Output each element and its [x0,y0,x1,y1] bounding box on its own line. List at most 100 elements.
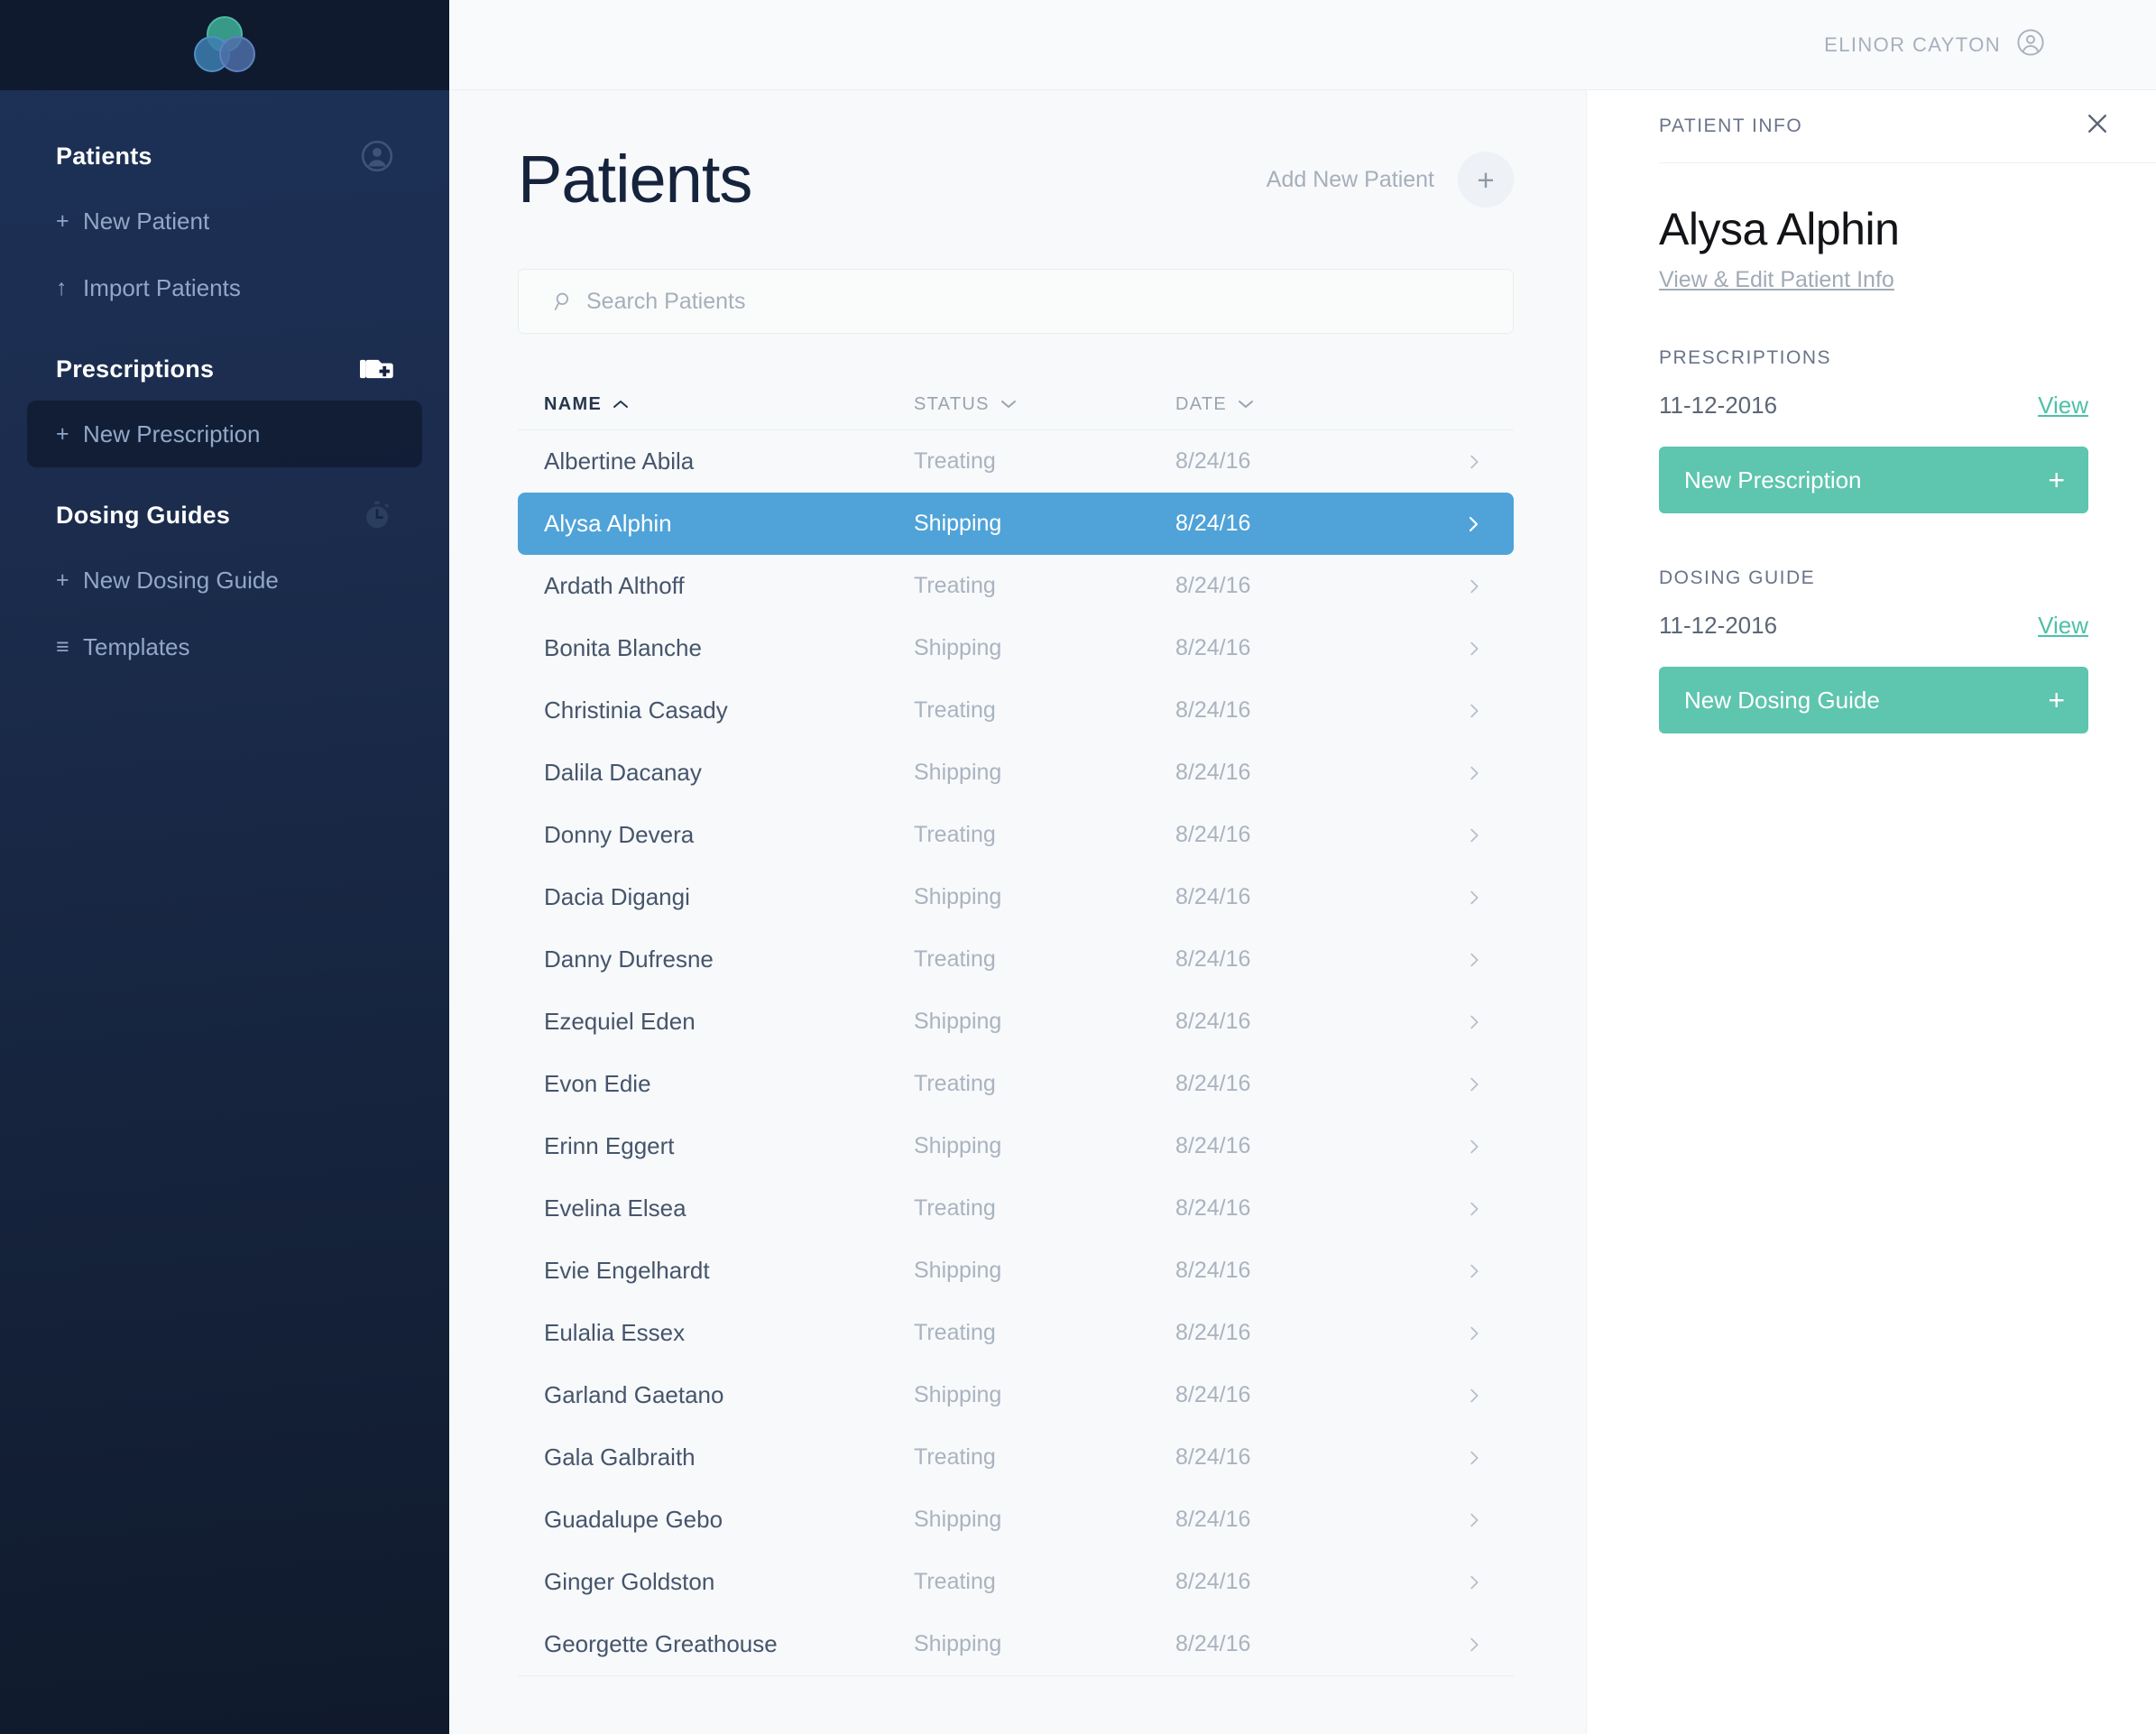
table-row[interactable]: Bonita Blanche Shipping 8/24/16 [518,617,1514,679]
app-root: Patients + New Patient ↑ Import Patients… [0,0,2156,1734]
chevron-right-icon[interactable] [1410,1324,1488,1343]
sidebar-item-import-patients[interactable]: ↑ Import Patients [27,254,422,321]
cell-date: 8/24/16 [1175,1382,1251,1407]
chevron-right-icon[interactable] [1410,825,1488,845]
table-row[interactable]: Ginger Goldston Treating 8/24/16 [518,1551,1514,1613]
view-dosing-guide-link[interactable]: View [2038,612,2088,640]
table-row[interactable]: Dacia Digangi Shipping 8/24/16 [518,866,1514,928]
search-input[interactable] [586,288,1398,315]
sidebar: Patients + New Patient ↑ Import Patients… [0,0,449,1734]
sidebar-item-label: New Prescription [83,420,261,447]
cell-name: Albertine Abila [544,447,695,475]
cell-name: Dacia Digangi [544,883,690,910]
chevron-right-icon[interactable] [1410,513,1488,535]
cell-date: 8/24/16 [1175,448,1251,474]
cell-status: Treating [914,1569,996,1594]
sort-desc-icon [1237,394,1255,415]
table-row[interactable]: Gala Galbraith Treating 8/24/16 [518,1426,1514,1489]
chevron-right-icon[interactable] [1410,1261,1488,1281]
chevron-right-icon[interactable] [1410,639,1488,659]
chevron-right-icon[interactable] [1410,763,1488,783]
chevron-right-icon[interactable] [1410,888,1488,908]
chevron-right-icon[interactable] [1410,1075,1488,1094]
table-row[interactable]: Evie Engelhardt Shipping 8/24/16 [518,1240,1514,1302]
cell-name: Erinn Eggert [544,1132,675,1159]
sidebar-item-new-dosing-guide[interactable]: + New Dosing Guide [27,547,422,613]
view-prescription-link[interactable]: View [2038,392,2088,420]
chevron-right-icon[interactable] [1410,950,1488,970]
cell-name: Ginger Goldston [544,1568,715,1595]
cell-status: Treating [914,1071,996,1096]
table-row[interactable]: Garland Gaetano Shipping 8/24/16 [518,1364,1514,1426]
user-menu[interactable]: ELINOR CAYTON [1824,28,2045,61]
sidebar-group-header-patients[interactable]: Patients [0,130,449,182]
user-circle-icon [2016,28,2045,61]
three-circles-logo[interactable] [191,15,258,75]
plus-icon: + [56,420,69,447]
chevron-right-icon[interactable] [1410,701,1488,721]
cell-status: Treating [914,822,996,847]
table-row[interactable]: Danny Dufresne Treating 8/24/16 [518,928,1514,991]
table-row[interactable]: Evon Edie Treating 8/24/16 [518,1053,1514,1115]
panel-body: Alysa Alphin View & Edit Patient Info PR… [1587,163,2156,733]
sidebar-item-new-prescription[interactable]: + New Prescription [27,401,422,467]
chevron-right-icon[interactable] [1410,1386,1488,1406]
panel-header: PATIENT INFO [1587,90,2156,162]
column-header-status[interactable]: STATUS [914,394,1175,415]
cell-name: Guadalupe Gebo [544,1506,723,1533]
table-row[interactable]: Evelina Elsea Treating 8/24/16 [518,1177,1514,1240]
table-row[interactable]: Georgette Greathouse Shipping 8/24/16 [518,1613,1514,1675]
cell-status: Shipping [914,1507,1002,1532]
chevron-right-icon[interactable] [1410,1510,1488,1530]
cell-date: 8/24/16 [1175,511,1251,536]
chevron-right-icon[interactable] [1410,1012,1488,1032]
sidebar-group-header-dosing-guides[interactable]: Dosing Guides [0,489,449,541]
cell-name: Evon Edie [544,1070,651,1097]
cell-date: 8/24/16 [1175,1569,1251,1594]
column-header-name[interactable]: NAME [544,394,914,415]
cell-name: Ezequiel Eden [544,1008,696,1035]
dosing-guide-date: 11-12-2016 [1659,612,1778,639]
column-header-label: NAME [544,393,603,414]
cell-date: 8/24/16 [1175,573,1251,598]
chevron-right-icon[interactable] [1410,1137,1488,1157]
sidebar-group-header-prescriptions[interactable]: Prescriptions [0,343,449,395]
list-lines-icon: ≡ [56,633,69,659]
view-edit-patient-info-link[interactable]: View & Edit Patient Info [1659,267,1894,293]
sidebar-item-label: New Patient [83,207,210,235]
table-row[interactable]: Eulalia Essex Treating 8/24/16 [518,1302,1514,1364]
table-row[interactable]: Christinia Casady Treating 8/24/16 [518,679,1514,742]
add-new-patient-control[interactable]: Add New Patient + [1267,152,1514,208]
cell-status: Treating [914,573,996,598]
cell-name: Danny Dufresne [544,945,714,973]
sidebar-item-new-patient[interactable]: + New Patient [27,188,422,254]
close-icon[interactable] [2084,110,2111,143]
patients-table: NAME STATUS DATE Albertine Abila Treatin… [518,379,1514,1676]
patient-info-panel: PATIENT INFO Alysa Alphin View & Edit Pa… [1586,90,2156,1734]
search-bar[interactable] [518,269,1514,334]
sidebar-item-templates[interactable]: ≡ Templates [27,613,422,680]
table-row[interactable]: Ezequiel Eden Shipping 8/24/16 [518,991,1514,1053]
chevron-right-icon[interactable] [1410,452,1488,472]
table-row[interactable]: Alysa Alphin Shipping 8/24/16 [518,493,1514,555]
cell-date: 8/24/16 [1175,1071,1251,1096]
chevron-right-icon[interactable] [1410,1635,1488,1655]
chevron-right-icon[interactable] [1410,1573,1488,1592]
cell-status: Shipping [914,1258,1002,1283]
table-row[interactable]: Guadalupe Gebo Shipping 8/24/16 [518,1489,1514,1551]
cell-date: 8/24/16 [1175,1195,1251,1221]
table-row[interactable]: Ardath Althoff Treating 8/24/16 [518,555,1514,617]
search-icon [548,286,579,317]
new-prescription-button[interactable]: New Prescription + [1659,447,2088,513]
column-header-date[interactable]: DATE [1175,394,1410,415]
chevron-right-icon[interactable] [1410,1199,1488,1219]
chevron-right-icon[interactable] [1410,1448,1488,1468]
table-row[interactable]: Donny Devera Treating 8/24/16 [518,804,1514,866]
plus-icon: + [2048,684,2065,716]
table-row[interactable]: Erinn Eggert Shipping 8/24/16 [518,1115,1514,1177]
add-new-patient-button[interactable]: + [1458,152,1514,208]
new-dosing-guide-button[interactable]: New Dosing Guide + [1659,667,2088,733]
chevron-right-icon[interactable] [1410,576,1488,596]
table-row[interactable]: Dalila Dacanay Shipping 8/24/16 [518,742,1514,804]
table-row[interactable]: Albertine Abila Treating 8/24/16 [518,430,1514,493]
